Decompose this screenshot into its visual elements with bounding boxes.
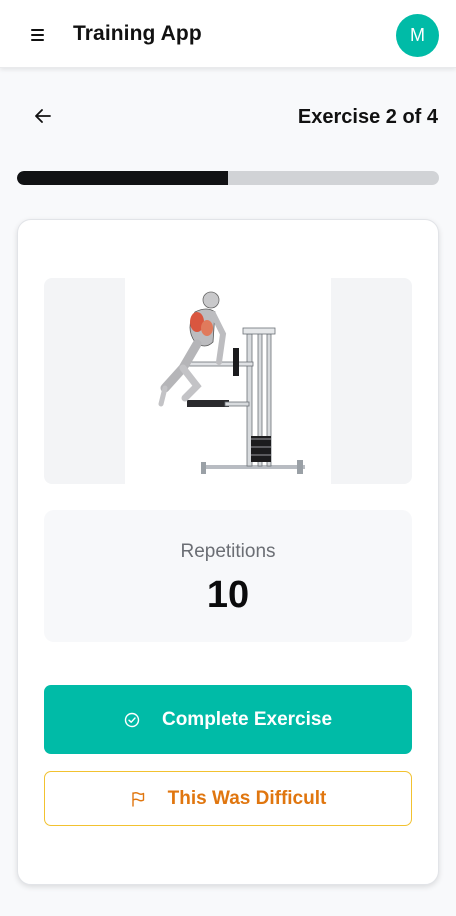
complete-exercise-button[interactable]: Complete Exercise (44, 685, 412, 754)
exercise-illustration (125, 278, 331, 484)
exercise-illustration-graphic (158, 291, 305, 474)
repetitions-label: Repetitions (180, 541, 276, 562)
app-title: Training App (73, 22, 202, 45)
exercise-card: Repetitions 10 Complete Exercise This Wa… (17, 219, 439, 885)
exercise-image-frame (44, 278, 412, 484)
top-app-bar: Training App M (0, 0, 456, 68)
exercise-counter: Exercise 2 of 4 (297, 106, 438, 128)
repetitions-value: 10 (206, 574, 250, 616)
menu-line (30, 29, 44, 31)
exercise-progress-bar (17, 171, 439, 185)
hamburger-menu-icon[interactable] (26, 24, 48, 46)
check-circle-icon (124, 712, 140, 728)
menu-line (30, 39, 44, 41)
user-avatar[interactable]: M (396, 14, 439, 57)
back-button[interactable] (30, 104, 56, 128)
complete-exercise-label: Complete Exercise (161, 708, 333, 730)
menu-line (30, 34, 44, 36)
this-was-difficult-button[interactable]: This Was Difficult (44, 771, 412, 826)
flag-icon (130, 791, 146, 807)
arrow-left-icon (35, 109, 51, 123)
repetitions-panel: Repetitions 10 (44, 510, 412, 642)
progress-bar-fill (17, 171, 228, 185)
this-was-difficult-label: This Was Difficult (167, 787, 327, 809)
